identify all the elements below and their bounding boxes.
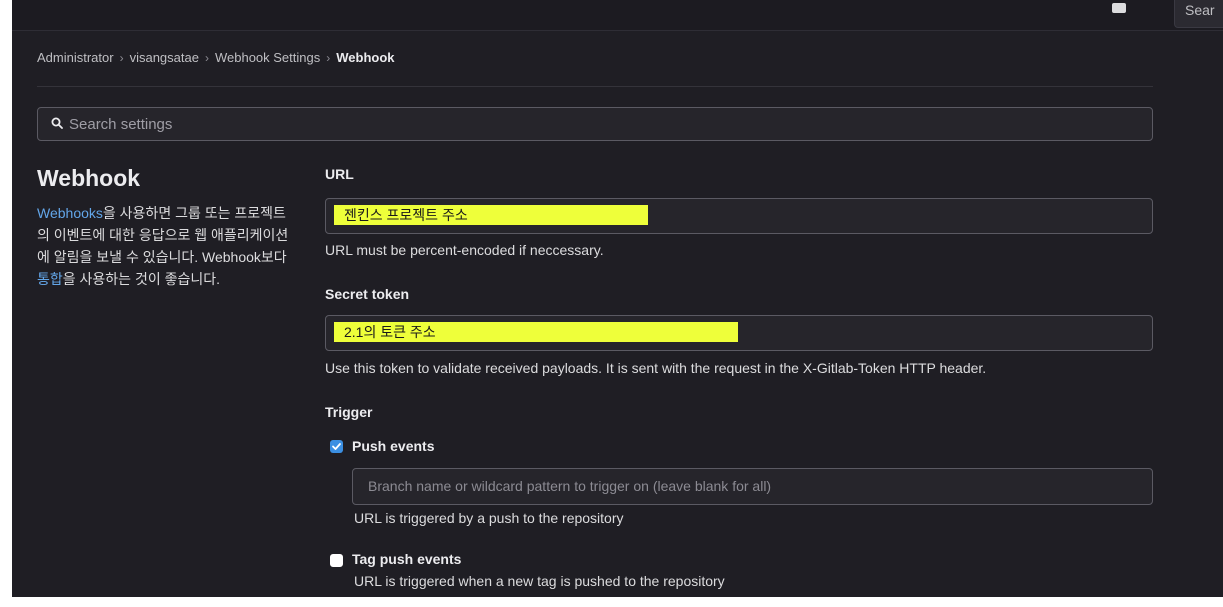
secret-token-value: 2.1의 토큰 주소 <box>334 322 738 342</box>
tag-push-events-checkbox[interactable] <box>330 554 343 567</box>
breadcrumb-item-project[interactable]: visangsatae <box>130 50 199 65</box>
user-icon[interactable] <box>1112 3 1126 13</box>
section-text: Webhooks을 사용하면 그룹 또는 프로젝트의 이벤트에 대한 응답으로 … <box>37 205 289 287</box>
breadcrumb: Administrator › visangsatae › Webhook Se… <box>37 50 395 65</box>
chevron-right-icon: › <box>119 50 124 65</box>
chevron-right-icon: › <box>204 50 209 65</box>
checkmark-icon <box>332 443 341 450</box>
push-events-label[interactable]: Push events <box>352 438 434 454</box>
section-description: Webhook Webhooks을 사용하면 그룹 또는 프로젝트의 이벤트에 … <box>37 165 297 290</box>
url-input[interactable]: 젠킨스 프로젝트 주소 <box>325 198 1153 234</box>
tag-push-events-help: URL is triggered when a new tag is pushe… <box>354 573 725 589</box>
webhooks-link[interactable]: Webhooks <box>37 205 103 221</box>
section-title: Webhook <box>37 165 141 191</box>
url-help: URL must be percent-encoded if neccessar… <box>325 242 604 258</box>
breadcrumb-item-administrator[interactable]: Administrator <box>37 50 114 65</box>
push-events-help: URL is triggered by a push to the reposi… <box>354 510 624 526</box>
search-button[interactable]: Sear <box>1174 0 1223 28</box>
search-icon <box>51 116 69 133</box>
secret-token-help: Use this token to validate received payl… <box>325 360 987 376</box>
search-input[interactable]: Search settings <box>37 107 1153 141</box>
branch-filter-input[interactable]: Branch name or wildcard pattern to trigg… <box>352 468 1153 505</box>
trigger-label: Trigger <box>325 404 373 420</box>
secret-token-label: Secret token <box>325 286 410 302</box>
tag-push-events-label[interactable]: Tag push events <box>352 551 461 567</box>
chevron-right-icon: › <box>326 50 331 65</box>
breadcrumb-item-current: Webhook <box>336 50 395 65</box>
search-placeholder: Search settings <box>69 115 173 133</box>
breadcrumb-item-webhook-settings[interactable]: Webhook Settings <box>215 50 320 65</box>
integrations-link[interactable]: 통합 <box>37 271 63 287</box>
push-events-checkbox[interactable] <box>330 440 343 453</box>
secret-token-input[interactable]: 2.1의 토큰 주소 <box>325 315 1153 351</box>
url-value: 젠킨스 프로젝트 주소 <box>334 205 648 225</box>
top-bar: Sear <box>12 0 1223 31</box>
divider <box>37 86 1153 87</box>
url-label: URL <box>325 166 354 182</box>
settings-page: Sear Administrator › visangsatae › Webho… <box>12 0 1223 597</box>
